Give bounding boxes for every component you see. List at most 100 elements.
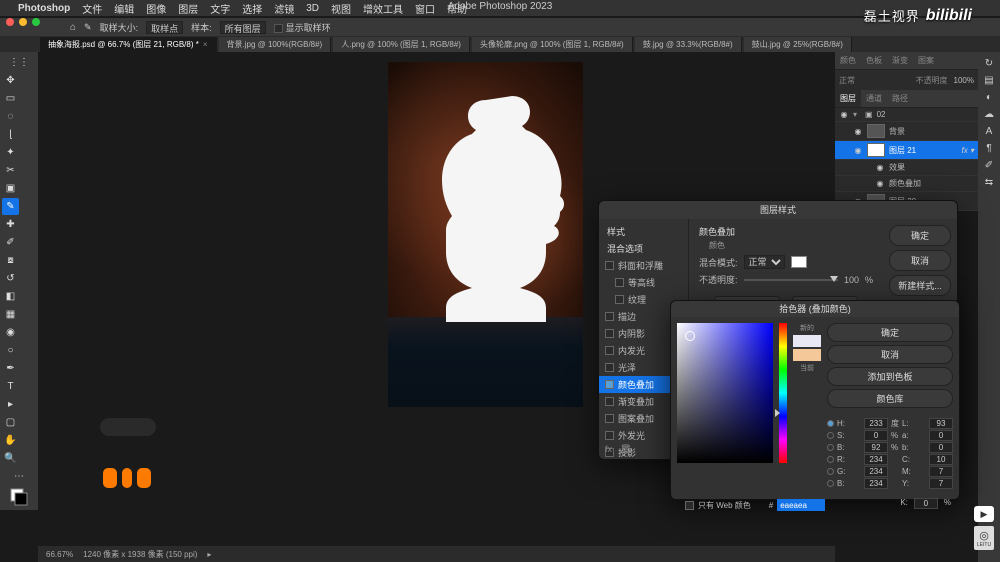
opacity-value[interactable]: 100% <box>954 76 974 85</box>
layer-row-selected[interactable]: ◉ 图层 21 fx ▾ <box>835 141 978 160</box>
layer-folder[interactable]: ◉ ▾ ▣ 02 <box>835 108 978 122</box>
eraser-tool[interactable]: ◧ <box>2 288 19 305</box>
lab-b-input[interactable] <box>929 442 953 453</box>
s-input[interactable] <box>864 430 888 441</box>
fx-badge[interactable]: fx ▾ <box>962 146 974 155</box>
s-radio[interactable] <box>827 432 834 439</box>
artboard-tool[interactable]: ▭ <box>2 90 19 107</box>
blend-mode-select[interactable]: 正常 <box>744 255 785 269</box>
ok-button[interactable]: 确定 <box>889 225 951 246</box>
blend-mode-select[interactable]: 正常 <box>839 75 855 86</box>
doc-tab-0[interactable]: 抽象海报.psd @ 66.7% (图层 21, RGB/8) *× <box>40 37 217 52</box>
toolbox-grip[interactable]: ⋮⋮ <box>2 54 36 71</box>
color-field[interactable] <box>677 323 773 463</box>
swap-icon[interactable]: ⇆ <box>985 177 993 188</box>
opacity-slider[interactable] <box>744 279 838 281</box>
visibility-icon[interactable]: ◉ <box>853 127 863 136</box>
web-only-checkbox[interactable] <box>685 501 694 510</box>
hue-slider[interactable] <box>779 323 787 463</box>
tab-layers[interactable]: 图层 <box>835 90 861 107</box>
tab-paths[interactable]: 路径 <box>887 90 913 107</box>
sample-layers-select[interactable]: 所有图层 <box>220 21 266 34</box>
menu-3d[interactable]: 3D <box>306 3 319 14</box>
shape-tool[interactable]: ▢ <box>2 414 19 431</box>
history-brush-tool[interactable]: ↺ <box>2 270 19 287</box>
character-icon[interactable]: A <box>986 126 993 137</box>
dialog-title[interactable]: 图层样式 <box>599 201 957 219</box>
styles-header[interactable]: 样式 <box>599 223 688 240</box>
sample-size-select[interactable]: 取样点 <box>146 21 183 34</box>
gradient-tool[interactable]: ▦ <box>2 306 19 323</box>
cancel-button[interactable]: 取消 <box>827 345 953 364</box>
history-icon[interactable]: ↻ <box>985 58 993 69</box>
menu-plugins[interactable]: 增效工具 <box>363 1 403 16</box>
color-libraries-button[interactable]: 颜色库 <box>827 389 953 408</box>
lasso-tool[interactable]: ɭ <box>2 126 19 143</box>
m-input[interactable] <box>929 466 953 477</box>
layer-effect-row[interactable]: ◉ 效果 <box>835 160 978 176</box>
frame-tool[interactable]: ▣ <box>2 180 19 197</box>
adjustments-icon[interactable]: ◐ <box>986 92 992 103</box>
app-name[interactable]: Photoshop <box>18 3 70 14</box>
chevron-right-icon[interactable]: ▸ <box>207 550 211 559</box>
properties-icon[interactable]: ▤ <box>984 75 993 86</box>
hex-input[interactable] <box>777 499 825 511</box>
style-contour[interactable]: 等高线 <box>599 274 688 291</box>
visibility-icon[interactable]: ◉ <box>875 163 885 172</box>
brushes-icon[interactable]: ✐ <box>985 160 993 171</box>
bb-input[interactable] <box>864 478 888 489</box>
g-input[interactable] <box>864 466 888 477</box>
menu-type[interactable]: 文字 <box>210 1 230 16</box>
g-radio[interactable] <box>827 468 834 475</box>
menu-layer[interactable]: 图层 <box>178 1 198 16</box>
fx-menu-icon[interactable]: fx <box>605 444 612 455</box>
doc-tab-2[interactable]: 人.png @ 100% (图层 1, RGB/8#) <box>333 37 470 52</box>
tab-swatches[interactable]: 色板 <box>861 52 887 69</box>
brush-tool[interactable]: ✐ <box>2 234 19 251</box>
bb-radio[interactable] <box>827 480 834 487</box>
visibility-icon[interactable]: ◉ <box>853 146 863 155</box>
menu-edit[interactable]: 编辑 <box>114 1 134 16</box>
move-tool[interactable]: ✥ <box>2 72 19 89</box>
style-bevel[interactable]: 斜面和浮雕 <box>599 257 688 274</box>
add-swatch-button[interactable]: 添加到色板 <box>827 367 953 386</box>
chevron-down-icon[interactable]: ▾ <box>853 110 861 119</box>
color-swatches[interactable] <box>2 486 36 508</box>
doc-tab-3[interactable]: 头像轮廓.png @ 100% (图层 1, RGB/8#) <box>472 37 633 52</box>
layer-row[interactable]: ◉ 背景 <box>835 122 978 141</box>
stamp-tool[interactable]: ⧇ <box>2 252 19 269</box>
libraries-icon[interactable]: ☁ <box>984 109 994 120</box>
paragraph-icon[interactable]: ¶ <box>986 143 991 154</box>
close-icon[interactable] <box>6 18 14 26</box>
menu-window[interactable]: 窗口 <box>415 1 435 16</box>
y-input[interactable] <box>929 478 953 489</box>
hand-tool[interactable]: ✋ <box>2 432 19 449</box>
tab-channels[interactable]: 通道 <box>861 90 887 107</box>
overlay-color-swatch[interactable] <box>791 256 807 268</box>
trash-icon[interactable]: 🗑 <box>620 444 631 455</box>
tab-patterns[interactable]: 图案 <box>913 52 939 69</box>
path-select-tool[interactable]: ▸ <box>2 396 19 413</box>
menu-select[interactable]: 选择 <box>242 1 262 16</box>
menu-filter[interactable]: 滤镜 <box>274 1 294 16</box>
opacity-value[interactable]: 100 <box>844 275 859 285</box>
tab-gradients[interactable]: 渐变 <box>887 52 913 69</box>
doc-tab-4[interactable]: 鼓.jpg @ 33.3%(RGB/8#) <box>635 37 742 52</box>
zoom-level[interactable]: 66.67% <box>46 550 73 559</box>
quick-select-tool[interactable]: ✦ <box>2 144 19 161</box>
menu-view[interactable]: 视图 <box>331 1 351 16</box>
menu-file[interactable]: 文件 <box>82 1 102 16</box>
picker-ring[interactable] <box>685 331 695 341</box>
crop-tool[interactable]: ✂ <box>2 162 19 179</box>
r-input[interactable] <box>864 454 888 465</box>
ok-button[interactable]: 确定 <box>827 323 953 342</box>
visibility-icon[interactable]: ◉ <box>839 110 849 119</box>
menu-image[interactable]: 图像 <box>146 1 166 16</box>
minimize-icon[interactable] <box>19 18 27 26</box>
pen-tool[interactable]: ✒ <box>2 360 19 377</box>
b-input[interactable] <box>864 442 888 453</box>
k-input[interactable] <box>914 498 938 509</box>
dodge-tool[interactable]: ○ <box>2 342 19 359</box>
eyedropper-tool-icon[interactable]: ✎ <box>84 22 92 33</box>
l-input[interactable] <box>929 418 953 429</box>
